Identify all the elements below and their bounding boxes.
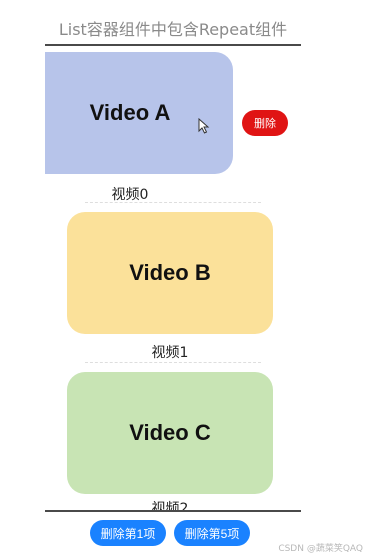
video-card-b[interactable]: Video B [67,212,273,334]
item-divider [85,362,261,363]
page-title: List容器组件中包含Repeat组件 [58,20,288,39]
mouse-pointer-icon [198,118,210,134]
bottom-divider [45,510,301,512]
video-card-label: Video A [89,100,171,125]
swipe-delete-button[interactable]: 删除 [242,110,288,136]
video-card-a[interactable]: Video A [45,52,233,174]
video-caption: 视频0 [111,187,149,203]
delete-fifth-item-button[interactable]: 删除第5项 [174,520,250,546]
video-card-label: Video C [129,420,211,445]
video-list[interactable]: Video A 视频0 删除 Video B 视频1 Video C 视频2 [45,46,301,510]
list-item-video-b[interactable]: Video B 视频1 [45,206,301,366]
video-card-c[interactable]: Video C [67,372,273,494]
item-divider [85,202,261,203]
list-item-video-a[interactable]: Video A 视频0 删除 [45,46,301,206]
list-item-video-c[interactable]: Video C 视频2 [45,366,301,510]
video-caption: 视频2 [151,501,189,510]
watermark: CSDN @蔬菜笑QAQ [278,544,363,554]
delete-first-item-button[interactable]: 删除第1项 [90,520,166,546]
app-screen: List容器组件中包含Repeat组件 Video A 视频0 删除 Video… [0,0,371,560]
video-card-label: Video B [129,260,211,285]
video-caption: 视频1 [151,345,189,361]
